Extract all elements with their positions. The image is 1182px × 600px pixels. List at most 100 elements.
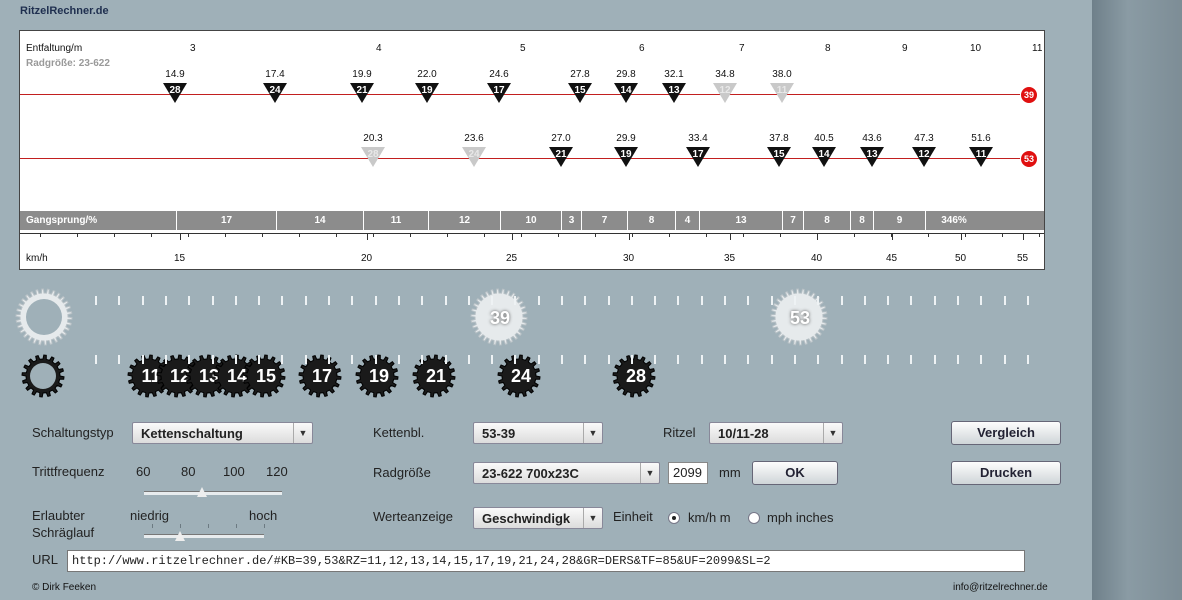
trittfrequenz-scale-120: 120 [266,464,288,479]
gangsprung-segment: 8 [627,211,675,230]
kmh-minor-tick [373,234,374,237]
url-label: URL [32,552,59,567]
ok-button[interactable]: OK [752,461,838,485]
schraeglauf-label-2: Schräglauf [32,525,95,540]
vergleich-button[interactable]: Vergleich [951,421,1061,445]
schraeglauf-tick [208,524,209,528]
track-tick [724,355,726,364]
kettenbl-value: 53-39 [482,426,516,441]
track-tick [864,296,866,305]
track-tick [188,296,190,305]
kmh-minor-tick [928,234,929,237]
app-window: RitzelRechner.de Entfaltung/m Radgröße: … [0,0,1092,600]
gear-ratio-label: 27.8 [570,69,590,80]
track-tick [305,296,307,305]
track-tick [328,355,330,364]
brand-title[interactable]: RitzelRechner.de [20,5,109,17]
track-tick [142,296,144,305]
drucken-button[interactable]: Drucken [951,461,1061,485]
chainring-icon[interactable]: 53 [770,288,830,348]
schaltungstyp-select[interactable]: Kettenschaltung ▼ [132,422,313,444]
track-tick [747,296,749,305]
kmh-minor-tick [262,234,263,237]
kmh-tick [367,234,368,240]
window-right-background [1092,0,1182,600]
cog-icon[interactable] [21,354,69,402]
track-tick [351,355,353,364]
kmh-minor-tick [447,234,448,237]
gear-ratio-label: 17.4 [265,69,285,80]
unit-kmh-label[interactable]: km/h m [688,510,731,525]
chainring-39-badge: 39 [1020,86,1038,104]
track-tick [305,355,307,364]
kmh-tick [180,234,181,240]
gangsprung-segment: 13 [699,211,782,230]
trittfrequenz-slider[interactable] [144,491,282,495]
schraeglauf-slider[interactable] [144,534,264,538]
unit-mph-radio[interactable] [748,512,760,524]
gangsprung-segment: 11 [363,211,428,230]
chainring-label: 53 [789,308,811,328]
track-tick [421,296,423,305]
ritzel-select[interactable]: 10/11-28 ▼ [709,422,843,444]
chainring-icon[interactable]: 39 [470,288,530,348]
gangsprung-segment: 14 [276,211,363,230]
gear-cog-label: 17 [493,85,505,96]
radgroesse-select[interactable]: 23-622 700x23C ▼ [473,462,660,484]
unit-mph-label[interactable]: mph inches [767,510,833,525]
track-tick [677,296,679,305]
unit-kmh-radio[interactable] [668,512,680,524]
kmh-minor-tick [484,234,485,237]
entfaltung-tick-label: 3 [190,43,196,54]
gear-cog-label: 13 [866,149,878,160]
track-tick [468,355,470,364]
cog-icon[interactable]: 21 [412,354,460,402]
kmh-minor-tick [706,234,707,237]
cog-icon[interactable]: 19 [355,354,403,402]
gear-cog-label: 19 [421,85,433,96]
track-tick [212,296,214,305]
kmh-tick-label: 50 [955,253,967,264]
track-tick [398,355,400,364]
werteanzeige-label: Werteanzeige [373,509,453,524]
kmh-minor-tick [521,234,522,237]
track-tick [841,355,843,364]
gangsprung-segment: 7 [782,211,803,230]
track-tick [281,355,283,364]
schraeglauf-tick [236,524,237,528]
track-tick [118,355,120,364]
kmh-minor-tick [854,234,855,237]
gear-cog-label: 28 [367,149,379,160]
track-tick [561,296,563,305]
track-tick [817,296,819,305]
track-tick [1004,355,1006,364]
werteanzeige-select[interactable]: Geschwindigk ▼ [473,507,603,529]
gear-cog-label: 13 [668,85,680,96]
track-tick [584,296,586,305]
schraeglauf-slider-thumb[interactable] [175,531,185,541]
track-tick [445,296,447,305]
ritzel-value: 10/11-28 [718,426,769,441]
radgroesse-label: Radgröße [373,465,431,480]
email-link[interactable]: info@ritzelrechner.de [953,582,1048,593]
cog-icon[interactable]: 28 [612,354,660,402]
track-tick [375,296,377,305]
track-tick [258,355,260,364]
gear-cog-label: 21 [555,149,567,160]
trittfrequenz-slider-thumb[interactable] [196,487,207,497]
gear-ratio-label: 34.8 [715,69,735,80]
kmh-tick [730,234,731,240]
url-field[interactable]: http://www.ritzelrechner.de/#KB=39,53&RZ… [67,550,1025,572]
track-tick [608,355,610,364]
track-tick [445,355,447,364]
radgroesse-value: 23-622 700x23C [482,466,579,481]
werteanzeige-value: Geschwindigk [482,511,571,526]
track-tick [654,296,656,305]
track-tick [794,296,796,305]
track-tick [188,355,190,364]
schraeglauf-tick [264,524,265,528]
track-tick [538,355,540,364]
chainring-icon[interactable] [15,288,75,348]
kettenbl-select[interactable]: 53-39 ▼ [473,422,603,444]
umfang-input[interactable]: 2099 [668,462,708,484]
